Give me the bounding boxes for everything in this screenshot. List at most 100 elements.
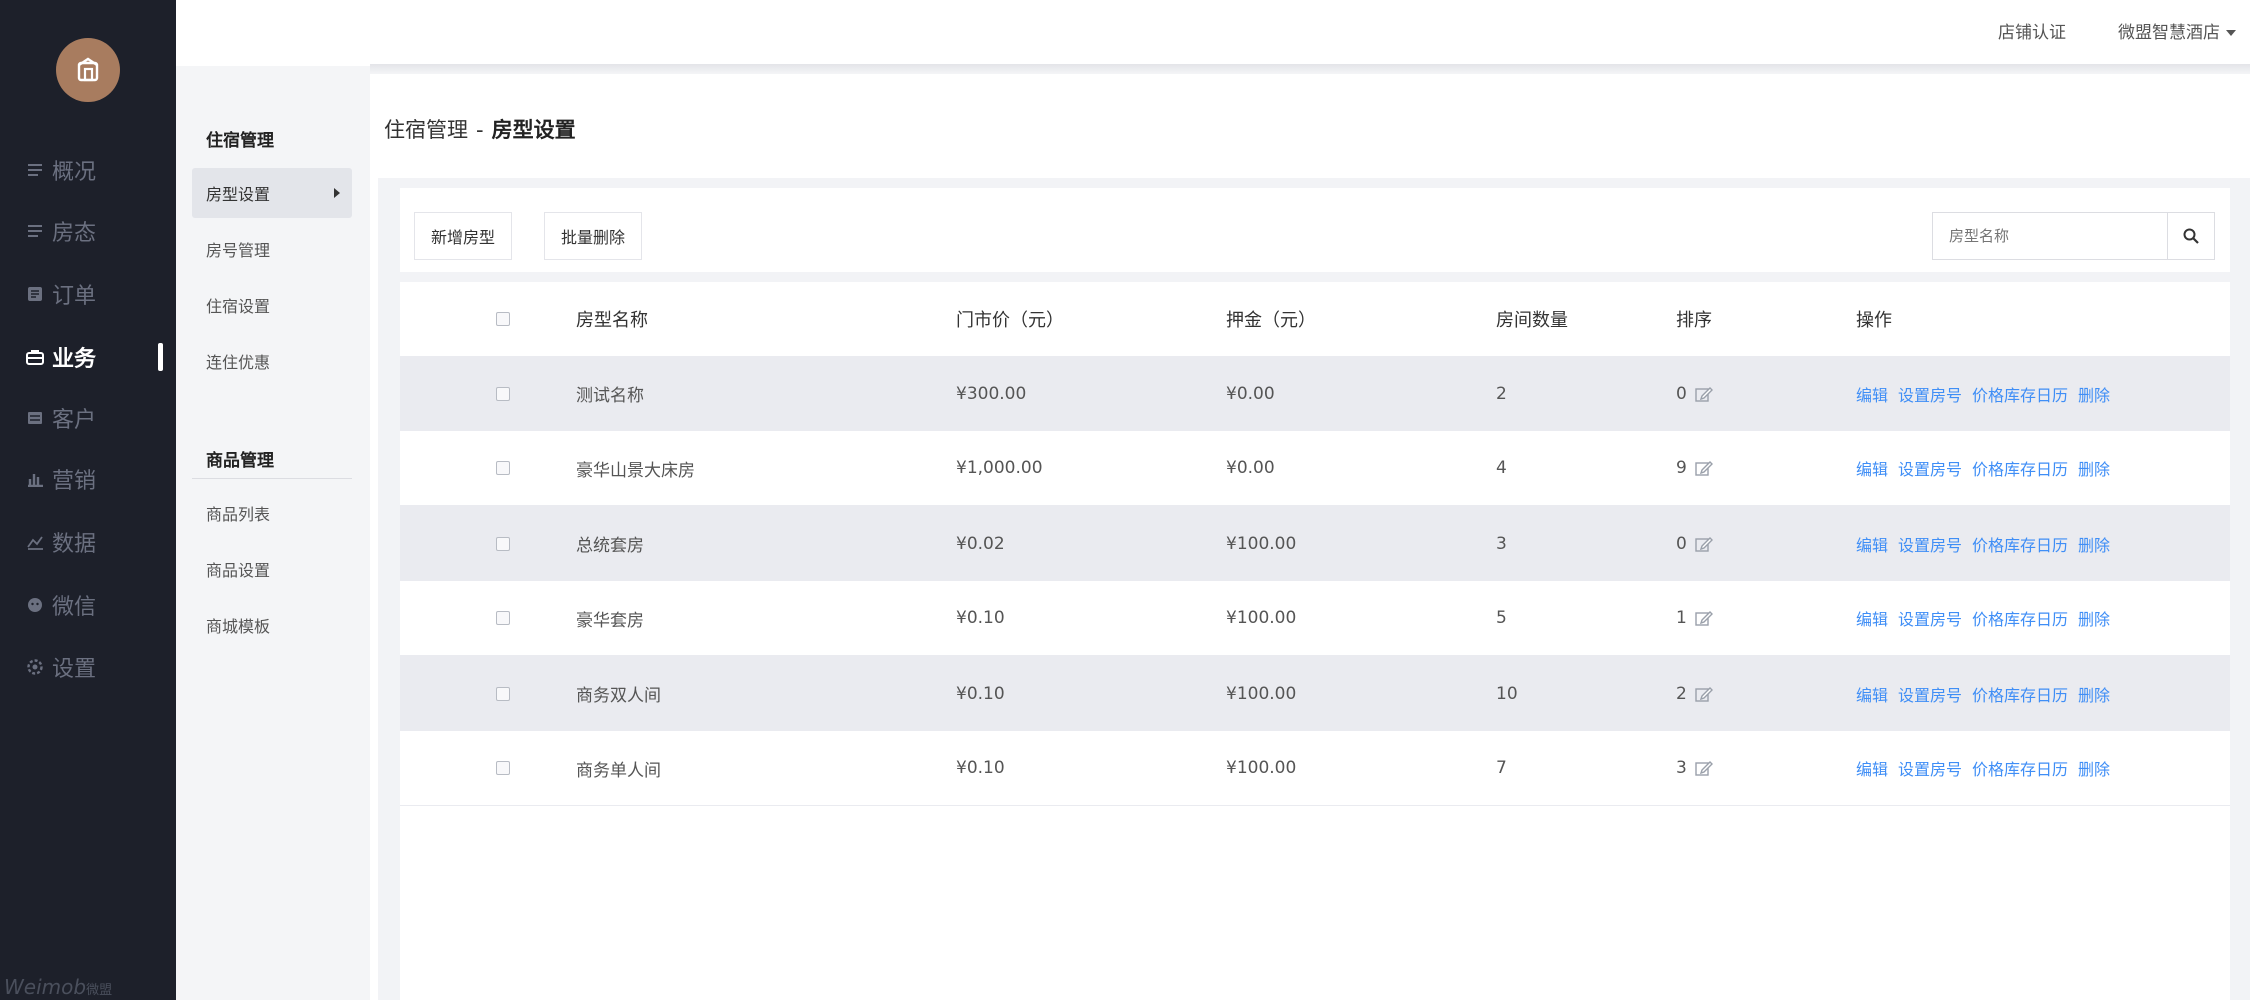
select-all-checkbox[interactable] bbox=[496, 312, 510, 326]
search-button[interactable] bbox=[2167, 212, 2215, 260]
main-content: 住宿管理-房型设置 新增房型 批量删除 房型名称 门市价（元） 押金（元） 房间… bbox=[370, 74, 2250, 1000]
room-count: 5 bbox=[1496, 608, 1507, 628]
delete-link[interactable]: 删除 bbox=[2078, 456, 2110, 480]
set-room-number-link[interactable]: 设置房号 bbox=[1898, 532, 1962, 556]
edit-link[interactable]: 编辑 bbox=[1856, 382, 1888, 406]
row-actions: 编辑 设置房号 价格库存日历 删除 bbox=[1856, 731, 2120, 805]
delete-link[interactable]: 删除 bbox=[2078, 756, 2110, 780]
top-header: 店铺认证 微盟智慧酒店 bbox=[176, 0, 2250, 66]
row-checkbox[interactable] bbox=[496, 761, 510, 775]
active-indicator bbox=[158, 343, 163, 371]
delete-link[interactable]: 删除 bbox=[2078, 682, 2110, 706]
room-type-search-input[interactable] bbox=[1932, 212, 2168, 260]
table-row: 商务双人间 ¥0.10 ¥100.00 10 2 编辑 设置房号 价格库存日历 删除 bbox=[400, 656, 2230, 731]
row-actions: 编辑 设置房号 价格库存日历 删除 bbox=[1856, 656, 2120, 731]
room-count: 2 bbox=[1496, 383, 1507, 404]
price-inventory-calendar-link[interactable]: 价格库存日历 bbox=[1972, 456, 2068, 480]
subnav-item-product-settings[interactable]: 商品设置 bbox=[192, 544, 352, 594]
table-row: 商务单人间 ¥0.10 ¥100.00 7 3 编辑 设置房号 价格库存日历 删除 bbox=[400, 731, 2230, 806]
add-room-type-button[interactable]: 新增房型 bbox=[414, 212, 513, 260]
table-header-row: 房型名称 门市价（元） 押金（元） 房间数量 排序 操作 bbox=[400, 282, 2230, 356]
row-actions: 编辑 设置房号 价格库存日历 删除 bbox=[1856, 506, 2120, 581]
price-inventory-calendar-link[interactable]: 价格库存日历 bbox=[1972, 382, 2068, 406]
sort-cell: 0 bbox=[1676, 356, 1713, 431]
breadcrumb-current: 房型设置 bbox=[491, 118, 576, 142]
subnav-item-mall-template[interactable]: 商城模板 bbox=[192, 600, 352, 650]
set-room-number-link[interactable]: 设置房号 bbox=[1898, 606, 1962, 630]
subnav-item-room-types[interactable]: 房型设置 bbox=[192, 168, 352, 218]
edit-link[interactable]: 编辑 bbox=[1856, 532, 1888, 556]
nav-item-wechat[interactable]: 微信 bbox=[26, 585, 166, 625]
account-menu[interactable]: 微盟智慧酒店 bbox=[2118, 18, 2236, 43]
order-icon bbox=[26, 285, 44, 303]
row-checkbox[interactable] bbox=[496, 536, 510, 551]
delete-link[interactable]: 删除 bbox=[2078, 532, 2110, 556]
sort-value: 3 bbox=[1676, 758, 1687, 778]
edit-sort-icon[interactable] bbox=[1695, 386, 1713, 402]
row-checkbox-cell bbox=[496, 656, 510, 731]
nav-item-room-status[interactable]: 房态 bbox=[26, 211, 166, 251]
nav-item-customers[interactable]: 客户 bbox=[26, 398, 166, 438]
room-price: ¥0.10 bbox=[956, 758, 1005, 778]
store-certification-link[interactable]: 店铺认证 bbox=[1998, 18, 2066, 43]
price-inventory-calendar-link[interactable]: 价格库存日历 bbox=[1972, 756, 2068, 780]
price-inventory-calendar-link[interactable]: 价格库存日历 bbox=[1972, 682, 2068, 706]
subnav-item-lodging-settings[interactable]: 住宿设置 bbox=[192, 280, 352, 330]
nav-item-business[interactable]: 业务 bbox=[26, 337, 166, 377]
room-type-name: 商务双人间 bbox=[576, 686, 661, 706]
row-checkbox-cell bbox=[496, 356, 510, 431]
edit-sort-icon[interactable] bbox=[1695, 460, 1713, 476]
delete-link[interactable]: 删除 bbox=[2078, 606, 2110, 630]
nav-item-label: 客户 bbox=[52, 408, 97, 433]
account-name: 微盟智慧酒店 bbox=[2118, 23, 2220, 43]
brand-logo: Weimob微盟 bbox=[4, 975, 113, 999]
edit-sort-icon[interactable] bbox=[1695, 536, 1713, 552]
set-room-number-link[interactable]: 设置房号 bbox=[1898, 456, 1962, 480]
row-checkbox[interactable] bbox=[496, 686, 510, 701]
table-row: 总统套房 ¥0.02 ¥100.00 3 0 编辑 设置房号 价格库存日历 删除 bbox=[400, 506, 2230, 581]
nav-item-label: 房态 bbox=[52, 221, 97, 246]
bulk-delete-button[interactable]: 批量删除 bbox=[544, 212, 643, 260]
room-price: ¥1,000.00 bbox=[956, 458, 1043, 478]
delete-link[interactable]: 删除 bbox=[2078, 382, 2110, 406]
nav-item-orders[interactable]: 订单 bbox=[26, 274, 166, 314]
room-type-name: 商务单人间 bbox=[576, 760, 661, 781]
caret-right-icon bbox=[334, 188, 340, 198]
breadcrumb: 住宿管理 - 房型设置 bbox=[384, 114, 576, 144]
nav-item-data[interactable]: 数据 bbox=[26, 522, 166, 562]
edit-link[interactable]: 编辑 bbox=[1856, 456, 1888, 480]
subnav-item-stay-discount[interactable]: 连住优惠 bbox=[192, 336, 352, 386]
table-row: 测试名称 ¥300.00 ¥0.00 2 0 编辑 设置房号 价格库存日历 删除 bbox=[400, 356, 2230, 431]
edit-sort-icon[interactable] bbox=[1695, 760, 1713, 776]
edit-link[interactable]: 编辑 bbox=[1856, 756, 1888, 780]
set-room-number-link[interactable]: 设置房号 bbox=[1898, 382, 1962, 406]
price-inventory-calendar-link[interactable]: 价格库存日历 bbox=[1972, 532, 2068, 556]
nav-item-label: 数据 bbox=[52, 532, 97, 557]
subnav-item-product-list[interactable]: 商品列表 bbox=[192, 488, 352, 538]
breadcrumb-parent[interactable]: 住宿管理 bbox=[384, 118, 468, 142]
price-inventory-calendar-link[interactable]: 价格库存日历 bbox=[1972, 606, 2068, 630]
row-checkbox[interactable] bbox=[496, 611, 510, 625]
col-header-actions: 操作 bbox=[1856, 310, 1892, 331]
list-icon bbox=[26, 161, 44, 179]
set-room-number-link[interactable]: 设置房号 bbox=[1898, 756, 1962, 780]
col-header-room-count: 房间数量 bbox=[1496, 310, 1568, 331]
nav-item-settings[interactable]: 设置 bbox=[26, 647, 166, 687]
subnav-item-room-numbers[interactable]: 房号管理 bbox=[192, 224, 352, 274]
list-icon bbox=[26, 222, 44, 240]
subnav-group-lodging: 住宿管理 bbox=[206, 131, 274, 151]
edit-sort-icon[interactable] bbox=[1695, 686, 1713, 702]
sort-value: 1 bbox=[1676, 608, 1687, 628]
set-room-number-link[interactable]: 设置房号 bbox=[1898, 682, 1962, 706]
nav-item-overview[interactable]: 概况 bbox=[26, 150, 166, 190]
row-checkbox[interactable] bbox=[496, 386, 510, 401]
hotel-logo[interactable] bbox=[56, 38, 120, 102]
col-header-sort: 排序 bbox=[1676, 310, 1712, 331]
row-checkbox[interactable] bbox=[496, 461, 510, 475]
edit-link[interactable]: 编辑 bbox=[1856, 682, 1888, 706]
bar-chart-icon bbox=[26, 470, 44, 488]
nav-item-marketing[interactable]: 营销 bbox=[26, 459, 166, 499]
sort-cell: 9 bbox=[1676, 431, 1713, 505]
edit-sort-icon[interactable] bbox=[1695, 610, 1713, 626]
edit-link[interactable]: 编辑 bbox=[1856, 606, 1888, 630]
